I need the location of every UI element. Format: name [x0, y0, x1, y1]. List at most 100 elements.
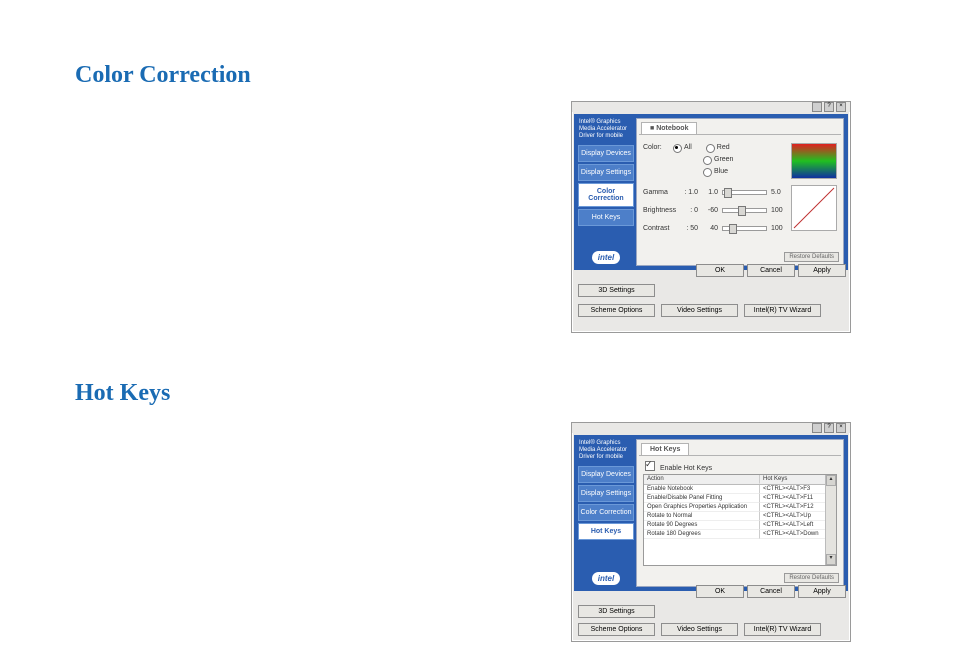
heading-hot-keys: Hot Keys	[75, 380, 170, 407]
nav-display-settings[interactable]: Display Settings	[578, 485, 634, 502]
tab-hotkeys[interactable]: Hot Keys	[641, 443, 689, 455]
color-preview	[791, 143, 837, 179]
nav-display-devices[interactable]: Display Devices	[578, 145, 634, 162]
intel-logo: intel	[576, 251, 636, 264]
scheme-options-button[interactable]: Scheme Options	[578, 623, 655, 636]
scheme-options-button[interactable]: Scheme Options	[578, 304, 655, 317]
col-action[interactable]: Action	[644, 475, 760, 484]
dialog-buttons: OK Cancel Apply	[696, 264, 846, 277]
slider-gamma[interactable]	[722, 190, 767, 195]
main-frame: Intel® Graphics Media Accelerator Driver…	[574, 435, 848, 591]
hotkey-row[interactable]: Enable/Disable Panel Fitting<CTRL><ALT>F…	[644, 494, 836, 503]
hotkey-action: Open Graphics Properties Application	[644, 503, 760, 512]
hotkeys-list[interactable]: Action Hot Keys Enable Notebook<CTRL><AL…	[643, 474, 837, 566]
restore-defaults-button[interactable]: Restore Defaults	[784, 252, 839, 262]
intel-logo: intel	[576, 572, 636, 585]
slider-contrast[interactable]	[722, 226, 767, 231]
intel-logo-text: intel	[592, 251, 620, 264]
radio-all[interactable]	[673, 144, 682, 153]
scroll-down-icon[interactable]: ▾	[826, 554, 836, 565]
hotkey-action: Enable/Disable Panel Fitting	[644, 494, 760, 503]
value-contrast: : 50	[683, 225, 698, 232]
close-icon[interactable]: ×	[836, 423, 846, 433]
hotkey-action: Rotate to Normal	[644, 512, 760, 521]
video-settings-button[interactable]: Video Settings	[661, 304, 738, 317]
gamma-curve	[791, 185, 837, 231]
hotkey-action: Rotate 180 Degrees	[644, 530, 760, 539]
label-contrast: Contrast	[643, 225, 683, 232]
tab-notebook-label: Notebook	[656, 125, 688, 132]
tab-underline	[639, 455, 841, 456]
label-color: Color:	[643, 144, 673, 151]
bottom-row-2: Scheme Options Video Settings Intel(R) T…	[578, 623, 844, 636]
contrast-min: 40	[702, 225, 718, 232]
cancel-button[interactable]: Cancel	[747, 264, 795, 277]
restore-defaults-button[interactable]: Restore Defaults	[784, 573, 839, 583]
ok-button[interactable]: OK	[696, 585, 744, 598]
ok-button[interactable]: OK	[696, 264, 744, 277]
hotkey-row[interactable]: Rotate 90 Degrees<CTRL><ALT>Left	[644, 521, 836, 530]
scrollbar[interactable]: ▴ ▾	[825, 475, 836, 565]
video-settings-button[interactable]: Video Settings	[661, 623, 738, 636]
label-all: All	[684, 144, 692, 151]
nav-display-devices[interactable]: Display Devices	[578, 466, 634, 483]
hotkey-row[interactable]: Rotate to Normal<CTRL><ALT>Up	[644, 512, 836, 521]
window-color-correction: ? × Intel® Graphics Media Accelerator Dr…	[571, 101, 851, 333]
titlebar: ? ×	[572, 102, 850, 112]
nav-color-correction[interactable]: Color Correction	[578, 183, 634, 207]
help-icon[interactable]: ?	[824, 102, 834, 112]
label-brightness: Brightness	[643, 207, 683, 214]
minimize-icon[interactable]	[812, 102, 822, 112]
value-gamma: : 1.0	[683, 189, 698, 196]
nav-display-settings[interactable]: Display Settings	[578, 164, 634, 181]
content-area: Hot Keys Enable Hot Keys Action Hot Keys…	[636, 439, 844, 587]
label-green: Green	[714, 156, 733, 163]
bottom-row-2: Scheme Options Video Settings Intel(R) T…	[578, 304, 844, 317]
tab-underline	[639, 134, 841, 135]
brand-text: Intel® Graphics Media Accelerator Driver…	[576, 437, 636, 465]
hotkey-action: Enable Notebook	[644, 485, 760, 494]
tv-wizard-button[interactable]: Intel(R) TV Wizard	[744, 623, 821, 636]
radio-blue[interactable]	[703, 168, 712, 177]
titlebar: ? ×	[572, 423, 850, 433]
brand-text: Intel® Graphics Media Accelerator Driver…	[576, 116, 636, 144]
label-red: Red	[717, 144, 730, 151]
minimize-icon[interactable]	[812, 423, 822, 433]
cancel-button[interactable]: Cancel	[747, 585, 795, 598]
tab-notebook[interactable]: ■ Notebook	[641, 122, 697, 134]
3d-settings-button[interactable]: 3D Settings	[578, 284, 655, 297]
hotkey-action: Rotate 90 Degrees	[644, 521, 760, 530]
sidebar: Intel® Graphics Media Accelerator Driver…	[576, 437, 636, 589]
bottom-row-1: 3D Settings	[578, 284, 844, 297]
radio-red[interactable]	[706, 144, 715, 153]
apply-button[interactable]: Apply	[798, 585, 846, 598]
hotkey-row[interactable]: Enable Notebook<CTRL><ALT>F3	[644, 485, 836, 494]
nav-hot-keys[interactable]: Hot Keys	[578, 523, 634, 540]
tv-wizard-button[interactable]: Intel(R) TV Wizard	[744, 304, 821, 317]
enable-hotkeys-checkbox[interactable]	[645, 461, 655, 471]
apply-button[interactable]: Apply	[798, 264, 846, 277]
3d-settings-button[interactable]: 3D Settings	[578, 605, 655, 618]
sidebar: Intel® Graphics Media Accelerator Driver…	[576, 116, 636, 268]
close-icon[interactable]: ×	[836, 102, 846, 112]
help-icon[interactable]: ?	[824, 423, 834, 433]
enable-hotkeys-label: Enable Hot Keys	[660, 465, 712, 472]
bright-min: -60	[702, 207, 718, 214]
heading-color-correction: Color Correction	[75, 62, 251, 89]
nav-color-correction[interactable]: Color Correction	[578, 504, 634, 521]
enable-hotkeys-row: Enable Hot Keys	[645, 460, 712, 472]
gamma-min: 1.0	[702, 189, 718, 196]
nav-hot-keys[interactable]: Hot Keys	[578, 209, 634, 226]
content-area: ■ Notebook Color: All Red Green Blue	[636, 118, 844, 266]
slider-brightness[interactable]	[722, 208, 767, 213]
window-hot-keys: ? × Intel® Graphics Media Accelerator Dr…	[571, 422, 851, 642]
contrast-max: 100	[771, 225, 787, 232]
scroll-up-icon[interactable]: ▴	[826, 475, 836, 486]
hotkey-row[interactable]: Open Graphics Properties Application<CTR…	[644, 503, 836, 512]
radio-green[interactable]	[703, 156, 712, 165]
gamma-max: 5.0	[771, 189, 787, 196]
hotkey-row[interactable]: Rotate 180 Degrees<CTRL><ALT>Down	[644, 530, 836, 539]
bottom-row-1: 3D Settings	[578, 605, 844, 618]
main-frame: Intel® Graphics Media Accelerator Driver…	[574, 114, 848, 270]
label-gamma: Gamma	[643, 189, 683, 196]
